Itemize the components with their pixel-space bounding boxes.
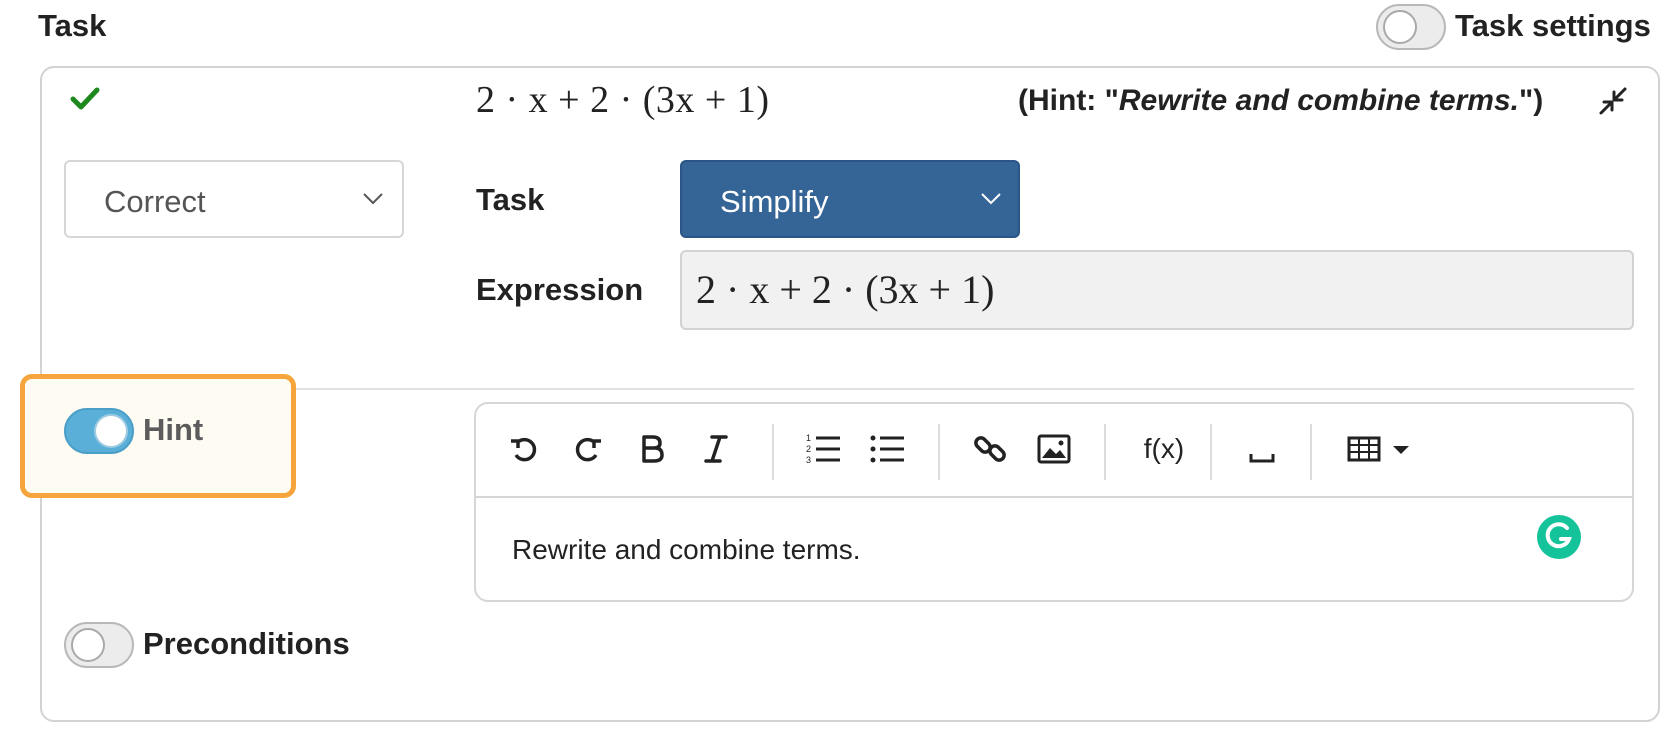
redo-icon[interactable]	[568, 426, 608, 472]
toggle-knob	[71, 628, 105, 662]
toolbar-separator	[938, 424, 940, 480]
expression-value: 2 · x + 2 · (3x + 1)	[696, 267, 995, 312]
task-settings-toggle[interactable]	[1376, 4, 1446, 50]
expression-label: Expression	[476, 272, 644, 307]
formula-button[interactable]: f(x)	[1136, 426, 1192, 472]
preconditions-label: Preconditions	[143, 626, 350, 661]
toolbar-separator	[772, 424, 774, 480]
numbered-list-icon[interactable]: 1 2 3	[804, 426, 844, 472]
italic-icon[interactable]	[696, 426, 736, 472]
status-select[interactable]: Correct	[64, 160, 404, 238]
editor-content[interactable]: Rewrite and combine terms.	[512, 534, 861, 566]
svg-text:2: 2	[806, 444, 811, 454]
hint-summary-prefix: (Hint: "	[1018, 84, 1119, 117]
grammarly-icon[interactable]	[1536, 514, 1582, 565]
hint-summary-suffix: ")	[1518, 84, 1544, 117]
toolbar-separator	[1104, 424, 1106, 480]
editor-toolbar: 1 2 3 f(x)	[476, 404, 1632, 498]
undo-icon[interactable]	[504, 426, 544, 472]
toggle-knob	[1383, 10, 1417, 44]
page-title: Task	[38, 8, 107, 43]
space-icon[interactable]	[1242, 426, 1282, 472]
formula-label: f(x)	[1143, 433, 1185, 464]
bulleted-list-icon[interactable]	[868, 426, 908, 472]
bold-icon[interactable]	[632, 426, 672, 472]
hint-toggle[interactable]	[64, 408, 134, 454]
hint-summary: (Hint: "Rewrite and combine terms.")	[1018, 84, 1543, 118]
hint-summary-text: Rewrite and combine terms.	[1118, 84, 1519, 117]
svg-text:1: 1	[806, 433, 811, 443]
status-value: Correct	[104, 184, 206, 219]
expression-input[interactable]: 2 · x + 2 · (3x + 1)	[680, 250, 1634, 330]
preconditions-toggle[interactable]	[64, 622, 134, 668]
toggle-knob	[94, 414, 128, 448]
toolbar-separator	[1210, 424, 1212, 480]
hint-editor: 1 2 3 f(x) Rewrite and combine terms.	[474, 402, 1634, 602]
svg-text:3: 3	[806, 455, 811, 465]
divider	[64, 388, 1634, 390]
task-settings-label: Task settings	[1455, 8, 1651, 43]
collapse-icon[interactable]	[1598, 86, 1628, 121]
task-type-label: Task	[476, 182, 545, 217]
summary-expression: 2 · x + 2 · (3x + 1)	[476, 79, 770, 121]
link-icon[interactable]	[970, 426, 1010, 472]
task-type-select[interactable]: Simplify	[680, 160, 1020, 238]
image-icon[interactable]	[1034, 426, 1074, 472]
chevron-down-icon	[980, 192, 1002, 211]
table-icon[interactable]	[1342, 426, 1422, 472]
task-type-value: Simplify	[720, 184, 829, 219]
toolbar-separator	[1310, 424, 1312, 480]
chevron-down-icon	[362, 192, 384, 211]
hint-label: Hint	[143, 412, 204, 447]
check-icon	[70, 86, 100, 117]
